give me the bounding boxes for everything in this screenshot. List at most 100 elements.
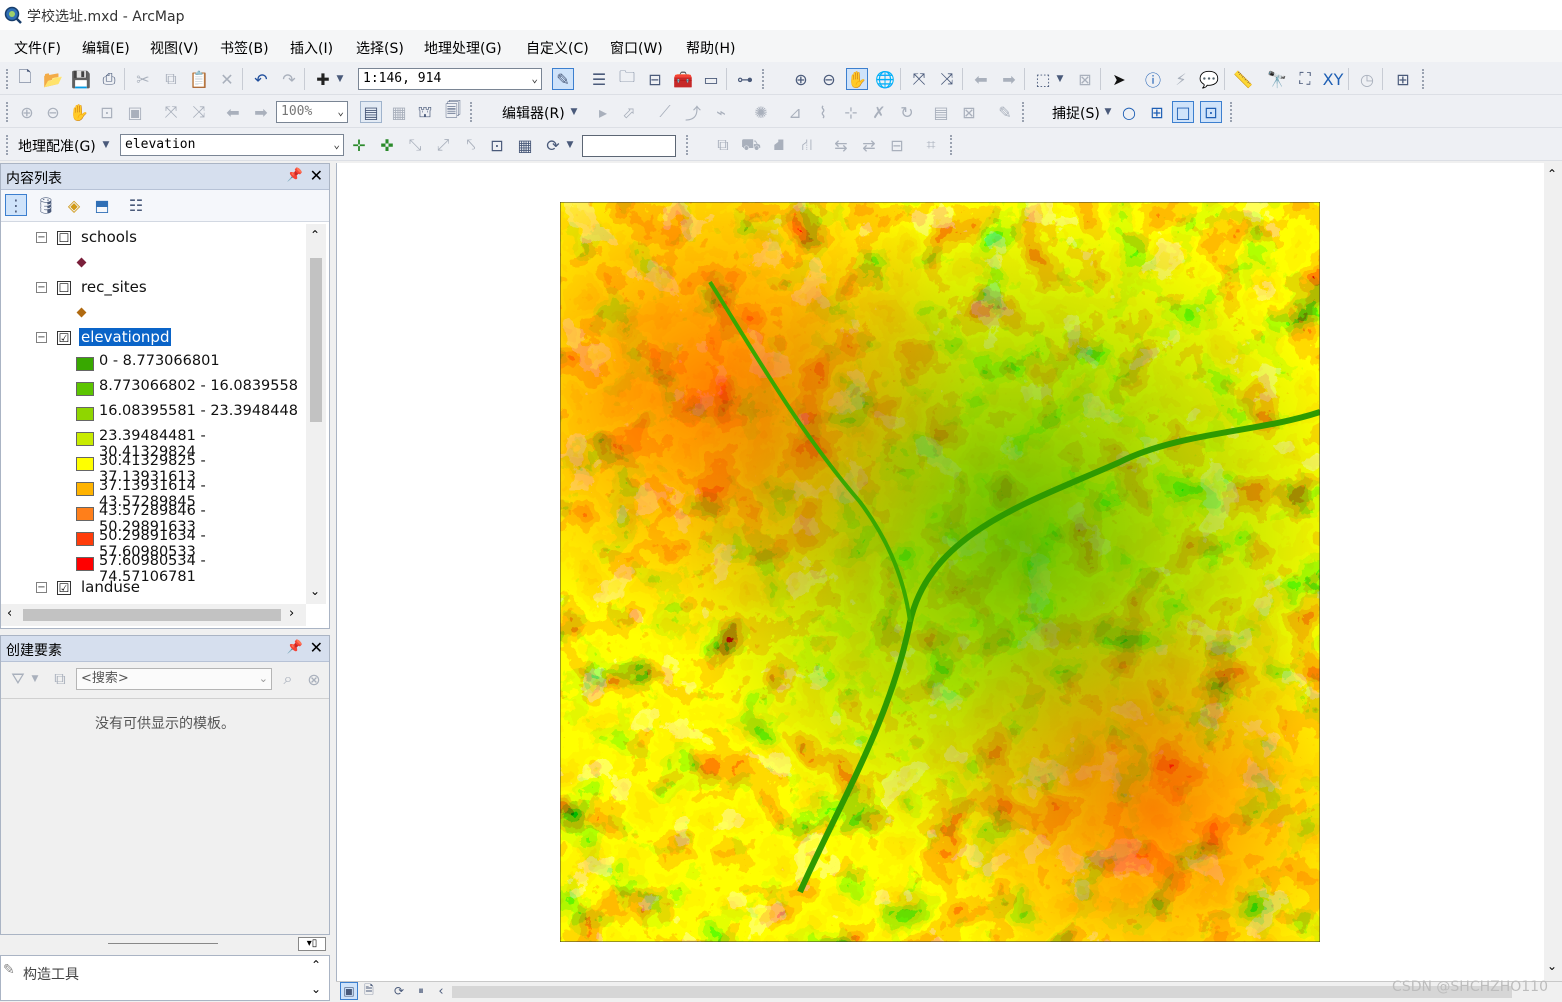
- scroll-up-icon[interactable]: ⌃: [310, 228, 320, 242]
- print-icon[interactable]: ⎙: [98, 68, 120, 90]
- list-by-source-icon[interactable]: 🛢: [35, 194, 57, 216]
- search-window-icon[interactable]: ⊟: [644, 68, 666, 90]
- multi-link-icon[interactable]: ⛙: [796, 134, 818, 156]
- layer-row-schools[interactable]: − ☐ schools: [1, 226, 306, 251]
- collapse-icon[interactable]: −: [36, 282, 47, 293]
- layer-row-elevationpd[interactable]: − ☑ elevationpd: [1, 326, 306, 351]
- rotate-tool-icon[interactable]: ⟳: [542, 134, 564, 156]
- toggle-draft-mode-icon[interactable]: ▤: [360, 101, 382, 123]
- view-templates-icon[interactable]: ⧉: [49, 668, 71, 690]
- editor-menu[interactable]: 编辑器(R): [502, 103, 565, 123]
- toolbar-grip[interactable]: [470, 102, 473, 122]
- scrollbar-thumb[interactable]: [452, 986, 1512, 998]
- identity-link-icon[interactable]: ⛘: [768, 134, 790, 156]
- data-view-icon[interactable]: ▣: [340, 982, 358, 1000]
- template-search-input[interactable]: <搜索> ⌄: [76, 668, 272, 690]
- fixed-zoom-in-layout-icon[interactable]: ⤧: [160, 101, 182, 123]
- legend-class-row[interactable]: 23.39484481 - 30.41329824: [1, 426, 306, 451]
- toolbar-grip[interactable]: [762, 69, 765, 89]
- menu-edit[interactable]: 编辑(E): [82, 38, 130, 58]
- point-icon[interactable]: ✺: [750, 101, 772, 123]
- georeferencing-dropdown-icon[interactable]: ▼: [100, 134, 112, 156]
- delete-link-icon[interactable]: ⤣: [460, 134, 482, 156]
- organize-dropdown-icon[interactable]: ▼: [29, 668, 41, 690]
- legend-class-row[interactable]: 16.08395581 - 23.3948448: [1, 401, 306, 426]
- legend-swatch[interactable]: [76, 457, 94, 471]
- save-icon[interactable]: 💾: [70, 68, 92, 90]
- layer-name-selected[interactable]: elevationpd: [79, 328, 171, 346]
- refresh-icon[interactable]: ⟳: [390, 982, 408, 1000]
- legend-swatch[interactable]: [76, 482, 94, 496]
- create-features-icon[interactable]: ✎: [994, 101, 1016, 123]
- legend-swatch[interactable]: [76, 507, 94, 521]
- toolbar-grip[interactable]: [6, 135, 9, 155]
- georef-layer-combo[interactable]: elevation ⌄: [120, 134, 344, 156]
- legend-swatch[interactable]: [76, 382, 94, 396]
- layout-pan-icon[interactable]: ✋: [68, 101, 90, 123]
- data-driven-pages-icon[interactable]: 🗐: [442, 101, 464, 123]
- pan-hand-icon[interactable]: ✋: [846, 68, 868, 90]
- snapping-menu[interactable]: 捕捉(S): [1052, 103, 1100, 123]
- attributes-icon[interactable]: ▤: [930, 101, 952, 123]
- undo-icon[interactable]: ↶: [250, 68, 272, 90]
- add-control-points-icon[interactable]: ✛: [348, 134, 370, 156]
- add-data-icon[interactable]: ✚: [312, 68, 334, 90]
- menu-customize[interactable]: 自定义(C): [526, 38, 589, 58]
- legend-class-row[interactable]: 37.13931614 - 43.57289845: [1, 476, 306, 501]
- close-icon[interactable]: ✕: [310, 166, 323, 185]
- point-snapping-icon[interactable]: ○: [1118, 101, 1140, 123]
- georeferencing-menu[interactable]: 地理配准(G): [18, 136, 96, 156]
- go-to-xy-icon[interactable]: XY: [1322, 68, 1344, 90]
- collapse-icon[interactable]: −: [36, 232, 47, 243]
- editor-toolbar-toggle-icon[interactable]: ✎: [552, 68, 574, 90]
- focus-data-frame-icon[interactable]: ▦: [388, 101, 410, 123]
- menu-help[interactable]: 帮助(H): [686, 38, 735, 58]
- toc-vertical-scrollbar[interactable]: ⌃ ⌄: [306, 224, 326, 604]
- delete-icon[interactable]: ✕: [216, 68, 238, 90]
- layer-name[interactable]: rec_sites: [81, 278, 147, 296]
- toolbar-grip[interactable]: [6, 102, 9, 122]
- table-of-contents-icon[interactable]: ☰: [588, 68, 610, 90]
- pin-icon[interactable]: 📌: [287, 168, 303, 183]
- split-tool-icon[interactable]: ✗: [868, 101, 890, 123]
- scrollbar-thumb[interactable]: [23, 609, 281, 621]
- straight-segment-icon[interactable]: ⟋: [654, 101, 676, 123]
- legend-class-row[interactable]: 8.773066802 - 16.0839558: [1, 376, 306, 401]
- fixed-zoom-out-icon[interactable]: ⤨: [936, 68, 958, 90]
- arctoolbox-icon[interactable]: 🧰: [672, 68, 694, 90]
- open-folder-icon[interactable]: 📂: [42, 68, 64, 90]
- zoom-out-icon[interactable]: ⊖: [818, 68, 840, 90]
- select-elements-arrow-icon[interactable]: ➤: [1108, 68, 1130, 90]
- collapse-icon[interactable]: −: [36, 582, 47, 593]
- layer-visibility-checkbox[interactable]: ☐: [57, 231, 71, 245]
- zoom-100-icon[interactable]: ▣: [124, 101, 146, 123]
- model-builder-icon[interactable]: ⊶: [734, 68, 756, 90]
- create-viewer-window-icon[interactable]: ⊞: [1392, 68, 1414, 90]
- layer-name[interactable]: schools: [81, 228, 137, 246]
- layer-name[interactable]: landuse: [81, 578, 140, 596]
- displacement-link-icon[interactable]: ⛟: [740, 134, 762, 156]
- map-display[interactable]: [336, 163, 1562, 981]
- map-scale-combo[interactable]: 1:146, 914 ⌄: [358, 68, 542, 90]
- legend-swatch[interactable]: [76, 357, 94, 371]
- menu-insert[interactable]: 插入(I): [290, 38, 333, 58]
- end-snapping-icon[interactable]: ⊞: [1146, 101, 1168, 123]
- legend-swatch[interactable]: [76, 557, 94, 571]
- scroll-right-icon[interactable]: ›: [289, 606, 294, 621]
- layout-view-icon[interactable]: 🗎: [360, 982, 378, 1000]
- legend-class-row[interactable]: 57.60980534 - 74.57106781: [1, 551, 306, 576]
- rotation-angle-input[interactable]: [582, 135, 676, 157]
- search-icon[interactable]: ⌕: [277, 668, 299, 690]
- legend-class-row[interactable]: 50.29891634 - 57.60980533: [1, 526, 306, 551]
- menu-view[interactable]: 视图(V): [150, 38, 199, 58]
- layout-zoom-out-icon[interactable]: ⊖: [42, 101, 64, 123]
- cut-icon[interactable]: ✂: [132, 68, 154, 90]
- back-extent-icon[interactable]: ⬅: [970, 68, 992, 90]
- toolbar-grip[interactable]: [1422, 69, 1425, 89]
- menu-file[interactable]: 文件(F): [14, 38, 61, 58]
- link-table-icon[interactable]: ▦: [514, 134, 536, 156]
- panel-splitter[interactable]: [108, 943, 218, 944]
- zoom-in-icon[interactable]: ⊕: [790, 68, 812, 90]
- close-icon[interactable]: ✕: [310, 638, 323, 657]
- end-point-arc-icon[interactable]: ⤴: [682, 101, 704, 123]
